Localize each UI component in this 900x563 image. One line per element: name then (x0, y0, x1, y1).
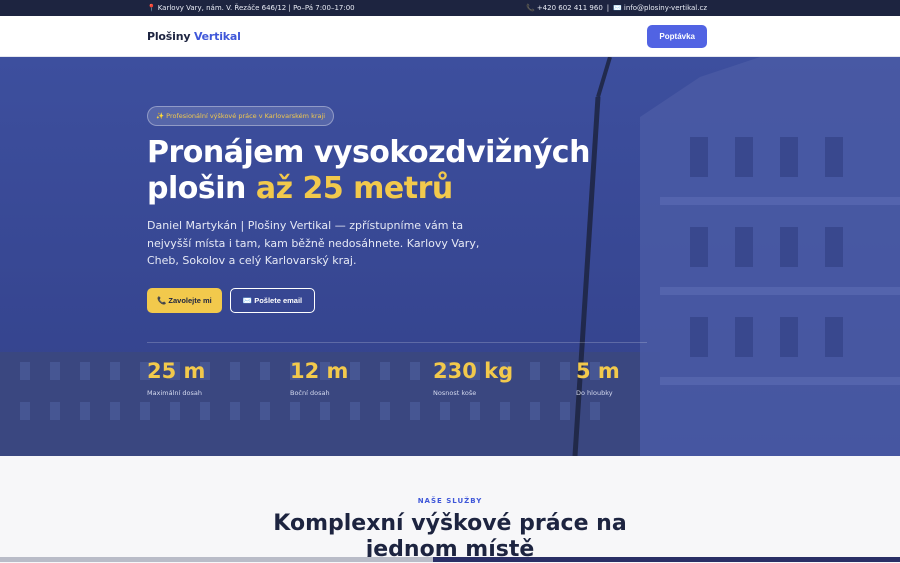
logo-text-main: Plošiny (147, 29, 191, 43)
stat-value: 25 m (147, 359, 206, 383)
site-logo[interactable]: Plošiny Vertikal (147, 30, 241, 43)
stat-label: Do hloubky (576, 389, 613, 397)
phone-link[interactable]: 📞 +420 602 411 960 (526, 4, 603, 12)
call-me-button[interactable]: 📞 Zavolejte mi (147, 288, 222, 313)
address-info: 📍 Karlovy Vary, nám. V. Řezáče 646/12 | P… (147, 4, 355, 12)
services-kicker: NAŠE SLUŽBY (417, 497, 483, 505)
headline-line2-a: plošin (147, 171, 246, 206)
stat-label: Nosnost koše (433, 389, 477, 397)
stat-max-reach: 25 m Maximální dosah (147, 359, 290, 397)
headline-line1: Pronájem vysokozdvižných (147, 135, 590, 170)
services-title-line1: Komplexní výškové práce na (273, 511, 627, 536)
services-section: NAŠE SLUŽBY Komplexní výškové práce na j… (0, 456, 900, 562)
stat-basket-capacity: 230 kg Nosnost koše (433, 359, 576, 397)
stat-value: 12 m (290, 359, 349, 383)
envelope-icon: ✉️ (613, 4, 622, 12)
separator: | (606, 4, 610, 12)
hero-badge: ✨ Profesionální výškové práce v Karlovar… (147, 106, 335, 126)
hero-headline: Pronájem vysokozdvižných plošin až 25 me… (147, 135, 590, 207)
phone-icon: 📞 (526, 4, 535, 12)
stats-row: 25 m Maximální dosah 12 m Boční dosah 23… (147, 359, 719, 397)
services-title: Komplexní výškové práce na jednom místě (0, 511, 900, 563)
top-info-bar: 📍 Karlovy Vary, nám. V. Řezáče 646/12 | P… (0, 0, 900, 16)
hero-buttons: 📞 Zavolejte mi ✉️ Pošlete email (147, 288, 316, 313)
send-email-button[interactable]: ✉️ Pošlete email (229, 288, 316, 313)
stat-value: 230 kg (433, 359, 514, 383)
service-card-preview-left (0, 557, 433, 562)
pin-icon: 📍 (147, 4, 156, 12)
contact-info: 📞 +420 602 411 960 | ✉️ info@plosiny-verti… (526, 4, 707, 12)
logo-text-accent: Vertikal (193, 29, 241, 43)
email-link[interactable]: ✉️ info@plosiny-vertikal.cz (613, 4, 707, 12)
hero-lead-text: Daniel Martykán | Plošiny Vertikal — zpř… (147, 219, 480, 267)
service-card-preview-right (433, 557, 900, 562)
stat-label: Maximální dosah (147, 389, 202, 397)
stat-label: Boční dosah (290, 389, 330, 397)
stats-divider (147, 342, 647, 343)
stat-side-reach: 12 m Boční dosah (290, 359, 433, 397)
stat-depth: 5 m Do hloubky (576, 359, 719, 397)
inquiry-button[interactable]: Poptávka (647, 24, 707, 48)
hero-section: ✨ Profesionální výškové práce v Karlovar… (0, 57, 900, 456)
stat-value: 5 m (576, 359, 620, 383)
main-navbar: Plošiny Vertikal Poptávka (0, 16, 900, 57)
headline-highlight: až 25 metrů (255, 171, 453, 206)
